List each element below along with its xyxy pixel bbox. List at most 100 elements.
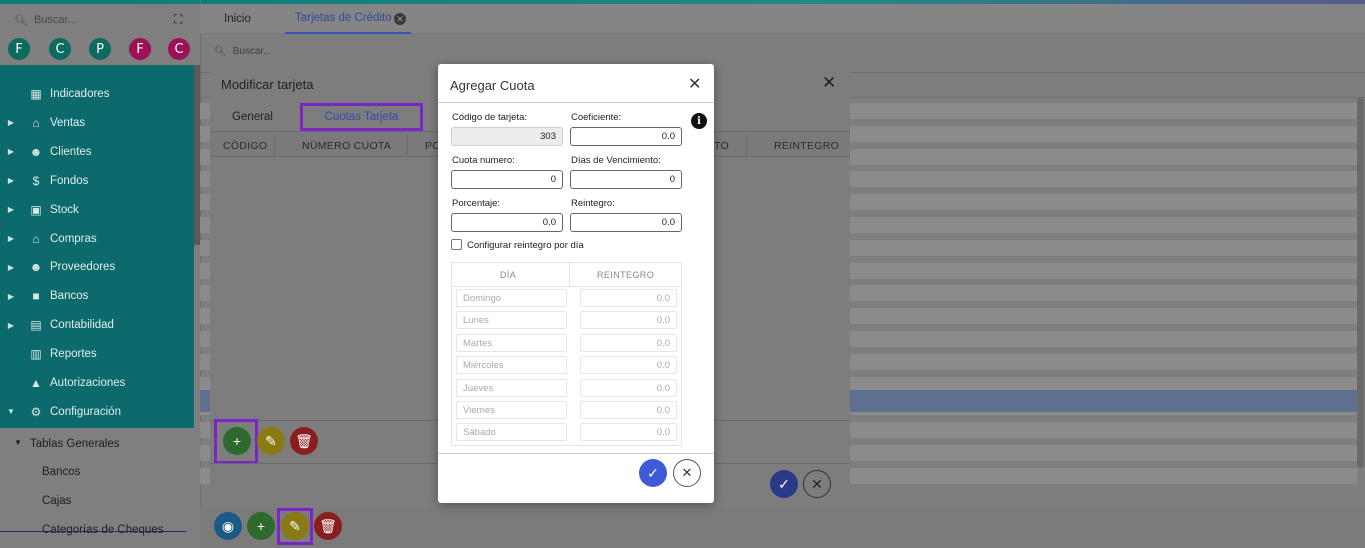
trash-icon: 🗑︎ bbox=[295, 432, 313, 449]
day-name-cell: Domingo bbox=[456, 289, 567, 307]
sidebar-item-indicadores[interactable]: ▦ Indicadores bbox=[0, 80, 194, 108]
add-button[interactable]: + bbox=[247, 512, 275, 540]
cancel-button[interactable]: ✕ bbox=[673, 459, 701, 487]
sidebar-item-contabilidad[interactable]: ▶ ▤ Contabilidad bbox=[0, 311, 194, 339]
sidebar-item-configuracin[interactable]: ▼ ⚙ Configuración bbox=[0, 398, 194, 426]
column-header: REINTEGRO bbox=[597, 270, 655, 280]
sidebar-item-label: Ventas bbox=[50, 116, 86, 129]
column-header[interactable]: NÚMERO CUOTA bbox=[302, 140, 391, 152]
view-button[interactable]: ◉ bbox=[214, 512, 242, 540]
sidebar-item-autorizaciones[interactable]: ▲ Autorizaciones bbox=[0, 369, 194, 397]
gears-icon: ⚙ bbox=[30, 404, 42, 419]
sidebar-item-clientes[interactable]: ▶ ☻ Clientes bbox=[0, 138, 194, 166]
avatar[interactable]: C bbox=[49, 38, 71, 60]
delete-cuota-button[interactable]: 🗑︎ bbox=[290, 427, 318, 455]
dialog-title: Modificar tarjeta bbox=[221, 77, 314, 92]
close-icon[interactable]: ✕ bbox=[688, 74, 701, 94]
confirm-button[interactable]: ✓ bbox=[639, 459, 667, 487]
column-header[interactable]: CÓDIGO bbox=[223, 140, 267, 152]
confirm-button[interactable]: ✓ bbox=[770, 470, 798, 498]
dashboard-icon: ▦ bbox=[30, 87, 42, 101]
plus-icon: + bbox=[256, 518, 266, 534]
trash-icon: 🗑︎ bbox=[319, 517, 337, 534]
day-reintegro-field: 0.0 bbox=[580, 289, 677, 307]
briefcase-icon: ■ bbox=[32, 289, 40, 304]
sidebar-item-bancos[interactable]: ▶ ■ Bancos bbox=[0, 282, 194, 310]
caret-right-icon: ▶ bbox=[7, 262, 15, 272]
avatar[interactable]: C bbox=[168, 38, 190, 60]
sidebar-item-label: Bancos bbox=[50, 290, 89, 303]
day-name-cell: Lunes bbox=[456, 311, 567, 330]
close-icon: ✕ bbox=[811, 475, 823, 492]
close-tab-icon[interactable]: ✕ bbox=[394, 13, 406, 25]
porcentaje-field[interactable]: 0.0 bbox=[451, 213, 563, 232]
cuota-numero-field[interactable]: 0 bbox=[451, 170, 563, 189]
main-search-input[interactable]: Buscar... bbox=[233, 46, 272, 57]
avatar[interactable]: P bbox=[89, 38, 111, 60]
cancel-button[interactable]: ✕ bbox=[803, 470, 831, 498]
edit-cuota-button[interactable]: ✎ bbox=[257, 427, 285, 455]
sidebar-item-label: Configuración bbox=[50, 405, 121, 418]
submenu-item-categorias[interactable]: Categorías de Cheques bbox=[42, 524, 163, 536]
close-icon[interactable]: ✕ bbox=[822, 73, 836, 93]
sidebar-search[interactable]: 🔍︎ Buscar... bbox=[14, 12, 194, 28]
day-reintegro-field: 0.0 bbox=[580, 423, 677, 442]
close-icon: ✕ bbox=[681, 465, 693, 480]
sidebar-item-fondos[interactable]: ▶ $ Fondos bbox=[0, 167, 194, 195]
submenu-item-cajas[interactable]: Cajas bbox=[42, 495, 71, 507]
coeficiente-label: Coeficiente: bbox=[571, 112, 622, 123]
caret-down-icon: ▼ bbox=[7, 407, 15, 417]
submenu-header[interactable]: Tablas Generales bbox=[30, 438, 120, 450]
info-icon[interactable]: i bbox=[691, 113, 707, 129]
caret-right-icon: ▶ bbox=[7, 176, 15, 186]
caret-right-icon: ▶ bbox=[7, 118, 15, 128]
caret-right-icon: ▶ bbox=[7, 291, 15, 301]
avatar[interactable]: F bbox=[8, 38, 30, 60]
coeficiente-field[interactable]: 0.0 bbox=[570, 127, 682, 146]
tab-inicio[interactable]: Inicio bbox=[224, 13, 251, 25]
dollar-icon: $ bbox=[32, 173, 40, 188]
cart-icon: ⌂ bbox=[32, 115, 40, 130]
sidebar-item-ventas[interactable]: ▶ ⌂ Ventas bbox=[0, 109, 194, 137]
submenu-item-bancos[interactable]: Bancos bbox=[42, 466, 80, 478]
column-header[interactable]: TO bbox=[714, 140, 729, 152]
box-icon: ▣ bbox=[30, 202, 42, 217]
divider bbox=[407, 135, 408, 155]
column-header[interactable]: REINTEGRO bbox=[774, 140, 839, 152]
tab-tarjetas[interactable]: Tarjetas de Crédito bbox=[295, 12, 392, 24]
reintegro-label: Reintegro: bbox=[571, 198, 615, 209]
avatar[interactable]: F bbox=[129, 38, 151, 60]
cuota-numero-label: Cuota numero: bbox=[452, 155, 515, 166]
day-name-cell: Martes bbox=[456, 333, 567, 352]
reintegro-por-dia-checkbox[interactable] bbox=[451, 239, 462, 250]
delete-button[interactable]: 🗑︎ bbox=[314, 512, 342, 540]
tab-cuotas-tarjeta[interactable]: Cuotas Tarjeta bbox=[300, 103, 423, 131]
sidebar-item-label: Fondos bbox=[50, 174, 89, 187]
main-scrollbar[interactable] bbox=[1357, 98, 1364, 468]
highlight-box bbox=[277, 508, 313, 545]
sidebar-item-compras[interactable]: ▶ ⌂ Compras bbox=[0, 225, 194, 253]
main-search[interactable]: 🔍︎ Buscar... bbox=[214, 46, 272, 57]
sidebar-search-input[interactable]: Buscar... bbox=[34, 14, 77, 26]
caret-down-icon: ▼ bbox=[14, 438, 22, 447]
dias-vencimiento-field[interactable]: 0 bbox=[570, 170, 682, 189]
caret-right-icon: ▶ bbox=[7, 205, 15, 215]
reintegro-field[interactable]: 0.0 bbox=[570, 213, 682, 232]
sidebar-item-proveedores[interactable]: ▶ ☻ Proveedores bbox=[0, 253, 194, 281]
fullscreen-icon[interactable]: ⛶ bbox=[174, 12, 182, 27]
tab-general[interactable]: General bbox=[232, 111, 273, 123]
pencil-icon: ✎ bbox=[265, 432, 277, 449]
report-icon: ▥ bbox=[30, 347, 42, 362]
sidebar-item-stock[interactable]: ▶ ▣ Stock bbox=[0, 196, 194, 224]
day-reintegro-field: 0.0 bbox=[580, 401, 677, 419]
people-icon: ☻ bbox=[29, 260, 43, 275]
cart-plus-icon: ⌂ bbox=[32, 231, 40, 246]
divider bbox=[274, 135, 275, 155]
sidebar-item-label: Autorizaciones bbox=[50, 377, 126, 389]
divider bbox=[746, 135, 747, 155]
sidebar-item-label: Indicadores bbox=[50, 88, 110, 100]
sidebar-item-reportes[interactable]: ▥ Reportes bbox=[0, 340, 194, 368]
day-reintegro-field: 0.0 bbox=[580, 311, 677, 330]
day-name-cell: Miércoles bbox=[456, 356, 567, 375]
sidebar-item-label: Compras bbox=[50, 232, 97, 245]
